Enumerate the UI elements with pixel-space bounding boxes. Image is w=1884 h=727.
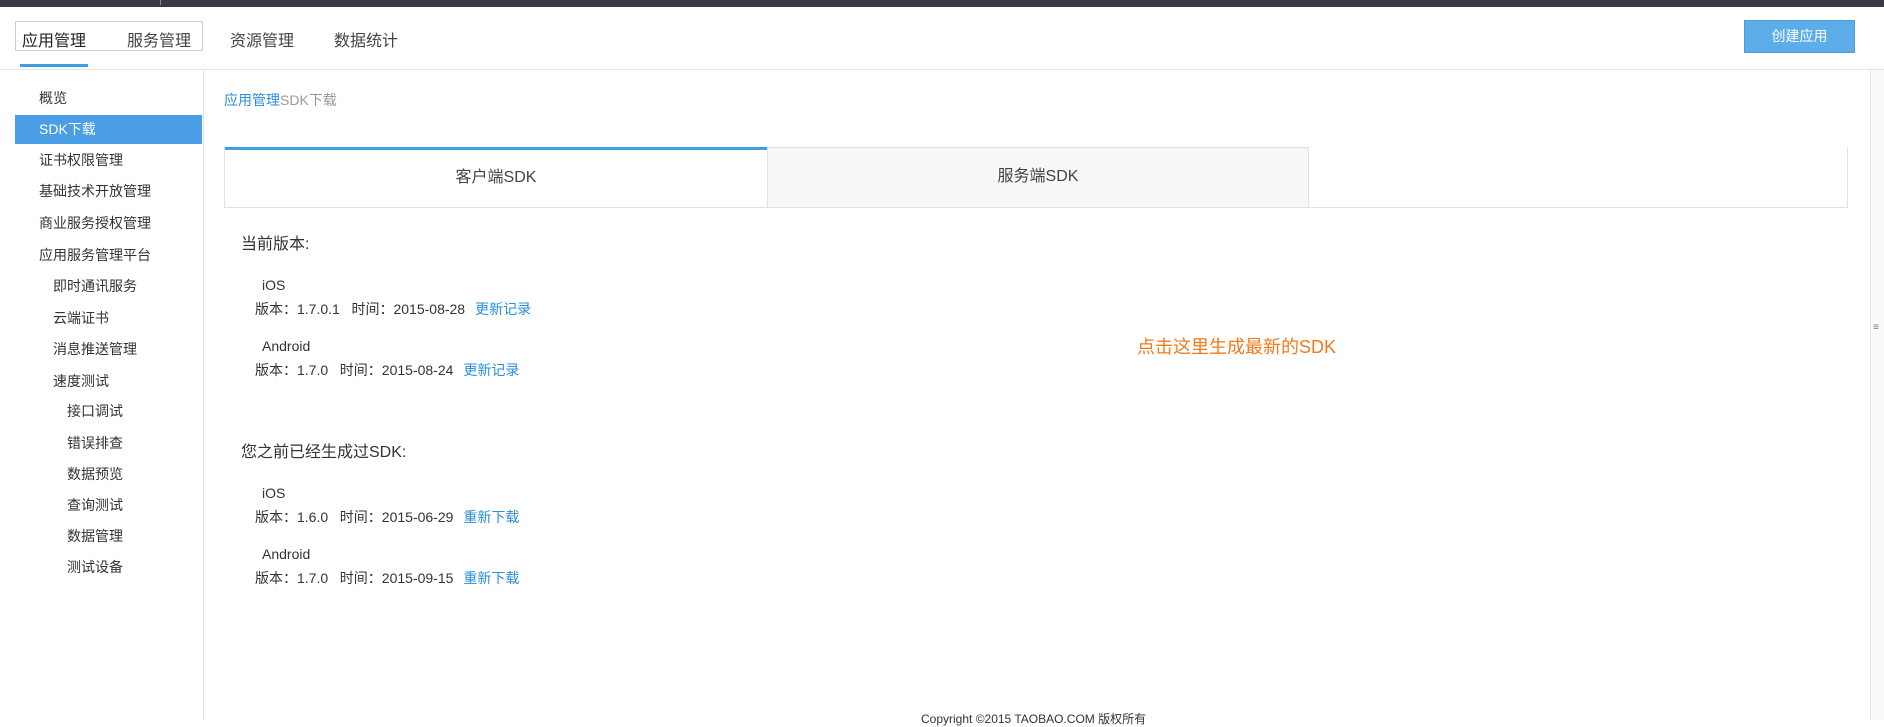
sidebar-item-business-service[interactable]: 商业服务授权管理: [15, 209, 202, 238]
breadcrumb: 应用管理SDK下载: [224, 90, 337, 110]
sidebar-item-cloud-certificate[interactable]: 云端证书: [15, 304, 202, 333]
main-nav: 应用管理 服务管理 资源管理 数据统计 创建应用: [0, 7, 1884, 70]
previous-ios-platform: iOS: [262, 485, 286, 501]
sidebar-item-overview[interactable]: 概览: [15, 84, 202, 113]
sidebar-item-certificate-permissions[interactable]: 证书权限管理: [15, 146, 202, 175]
current-android-changelog-link[interactable]: 更新记录: [463, 362, 519, 378]
nav-active-underline: [20, 64, 88, 67]
current-ios-version-row: 版本：1.7.0.1 时间：2015-08-28 更新记录: [255, 299, 531, 319]
sidebar-item-query-test[interactable]: 查询测试: [15, 491, 202, 520]
previous-android-redownload-link[interactable]: 重新下载: [463, 570, 519, 586]
sidebar-item-data-preview[interactable]: 数据预览: [15, 460, 202, 489]
current-ios-info: 版本：1.7.0.1 时间：2015-08-28: [255, 301, 466, 317]
sidebar-item-basic-tech[interactable]: 基础技术开放管理: [15, 177, 202, 206]
top-bar: [0, 0, 1884, 7]
previous-android-version-row: 版本：1.7.0 时间：2015-09-15 重新下载: [255, 568, 519, 588]
sidebar-item-data-management[interactable]: 数据管理: [15, 522, 202, 551]
sidebar-item-push-management[interactable]: 消息推送管理: [15, 335, 202, 364]
previous-sdk-title: 您之前已经生成过SDK:: [241, 444, 407, 461]
breadcrumb-link[interactable]: 应用管理: [224, 92, 280, 108]
sidebar-item-sdk-download[interactable]: SDK下载: [15, 115, 202, 144]
top-bar-divider: [160, 0, 161, 5]
nav-tab-resource-management[interactable]: 资源管理: [230, 27, 294, 51]
nav-tab-service-management[interactable]: 服务管理: [127, 27, 191, 51]
current-ios-platform: iOS: [262, 277, 286, 293]
current-android-platform: Android: [262, 338, 311, 354]
generate-sdk-link[interactable]: 点击这里生成最新的SDK: [1137, 333, 1336, 359]
sidebar-item-app-service-platform[interactable]: 应用服务管理平台: [15, 241, 202, 270]
scrollbar[interactable]: [1870, 70, 1884, 720]
current-android-info: 版本：1.7.0 时间：2015-08-24: [255, 362, 454, 378]
footer-copyright: Copyright ©2015 TAOBAO.COM 版权所有: [921, 712, 1147, 726]
tab-client-sdk[interactable]: 客户端SDK: [225, 147, 767, 207]
previous-ios-redownload-link[interactable]: 重新下载: [463, 509, 519, 525]
create-app-button[interactable]: 创建应用: [1744, 20, 1855, 53]
current-ios-changelog-link[interactable]: 更新记录: [475, 301, 531, 317]
nav-tab-app-management[interactable]: 应用管理: [22, 27, 86, 51]
current-android-version-row: 版本：1.7.0 时间：2015-08-24 更新记录: [255, 360, 519, 380]
previous-ios-version-row: 版本：1.6.0 时间：2015-06-29 重新下载: [255, 507, 519, 527]
sidebar-item-speed-test[interactable]: 速度测试: [15, 367, 202, 396]
nav-tab-data-statistics[interactable]: 数据统计: [334, 27, 398, 51]
sidebar-item-test-device[interactable]: 测试设备: [15, 553, 202, 582]
sidebar: 概览 SDK下载 证书权限管理 基础技术开放管理 商业服务授权管理 应用服务管理…: [0, 70, 204, 720]
tab-server-sdk[interactable]: 服务端SDK: [767, 147, 1309, 207]
scrollbar-grip-icon[interactable]: ≡: [1873, 322, 1879, 333]
sidebar-item-instant-messaging[interactable]: 即时通讯服务: [15, 272, 202, 301]
previous-android-info: 版本：1.7.0 时间：2015-09-15: [255, 570, 454, 586]
sidebar-item-api-debug[interactable]: 接口调试: [15, 397, 202, 426]
previous-ios-info: 版本：1.6.0 时间：2015-06-29: [255, 509, 454, 525]
sdk-tabs: 客户端SDK 服务端SDK: [224, 147, 1848, 208]
breadcrumb-current: SDK下载: [280, 92, 337, 108]
previous-android-platform: Android: [262, 546, 311, 562]
sidebar-item-error-check[interactable]: 错误排查: [15, 429, 202, 458]
current-version-title: 当前版本:: [241, 236, 310, 253]
